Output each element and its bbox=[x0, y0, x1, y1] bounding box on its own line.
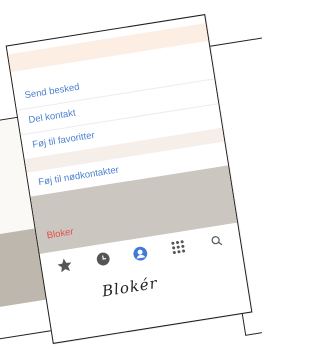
contact-actions-menu: Send besked Del kontakt Føj til favoritt… bbox=[13, 54, 238, 254]
tab-favorites[interactable] bbox=[50, 250, 80, 280]
tab-contacts[interactable] bbox=[126, 238, 156, 268]
tab-keypad[interactable] bbox=[164, 232, 194, 262]
grid-icon bbox=[171, 240, 186, 254]
tab-search[interactable] bbox=[202, 226, 232, 256]
search-icon bbox=[211, 236, 223, 246]
handwritten-caption: Blokér bbox=[100, 273, 159, 301]
tab-recents[interactable] bbox=[88, 244, 118, 274]
photo-scene: Send besked Del kontakt Føj til favoritt… bbox=[0, 0, 262, 354]
person-icon bbox=[133, 246, 148, 260]
clock-icon bbox=[96, 252, 110, 266]
star-icon bbox=[57, 258, 72, 273]
